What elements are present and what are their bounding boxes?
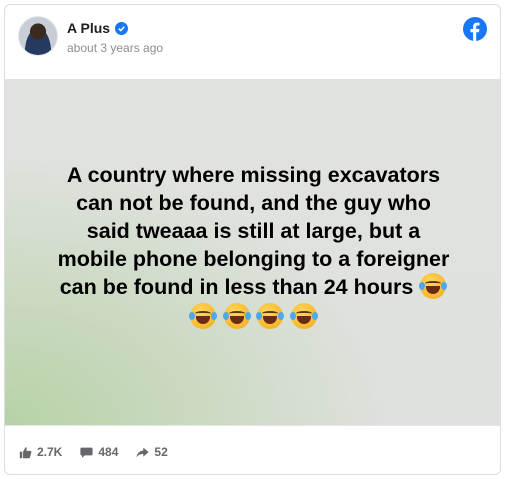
post-text-line: can be found in less than 24 hours [59, 275, 414, 299]
facebook-icon[interactable] [463, 17, 487, 41]
likes-stat[interactable]: 2.7K [19, 445, 62, 459]
post-timestamp[interactable]: about 3 years ago [67, 41, 163, 55]
laughing-emoji-icon [222, 303, 251, 329]
post-text-line: mobile phone belonging to a foreigner [57, 247, 450, 271]
author-name[interactable]: A Plus [67, 20, 110, 36]
comments-stat[interactable]: 484 [80, 445, 118, 459]
likes-count: 2.7K [37, 445, 63, 459]
verified-badge-icon [115, 21, 129, 35]
comments-count: 484 [98, 445, 119, 459]
comment-icon [80, 447, 93, 458]
post-header: A Plus about 3 years ago [5, 5, 500, 79]
footer-divider [5, 425, 500, 426]
laughing-emoji-icon [256, 303, 285, 329]
laughing-emoji-icon [419, 273, 448, 299]
author-avatar[interactable] [18, 16, 58, 56]
shares-count: 52 [154, 445, 168, 459]
post-text-line: said tweaaa is still at large, but a [86, 219, 421, 243]
post-stats: 2.7K 484 52 [19, 445, 168, 459]
share-icon [136, 447, 149, 457]
laughing-emoji-icon [188, 303, 217, 329]
post-text-line: can not be found, and the guy who [76, 191, 431, 215]
post-card: A Plus about 3 years ago A country where… [4, 4, 501, 475]
shares-stat[interactable]: 52 [136, 445, 168, 459]
emoji-row [23, 303, 484, 331]
post-text: A country where missing excavators can n… [23, 161, 484, 331]
post-text-line: A country where missing excavators [66, 163, 441, 187]
post-image[interactable]: A country where missing excavators can n… [5, 79, 500, 425]
author-name-row: A Plus [67, 20, 129, 36]
laughing-emoji-icon [290, 303, 319, 329]
post-text-line-with-emoji: can be found in less than 24 hours [23, 273, 484, 301]
thumbs-up-icon [19, 446, 32, 458]
